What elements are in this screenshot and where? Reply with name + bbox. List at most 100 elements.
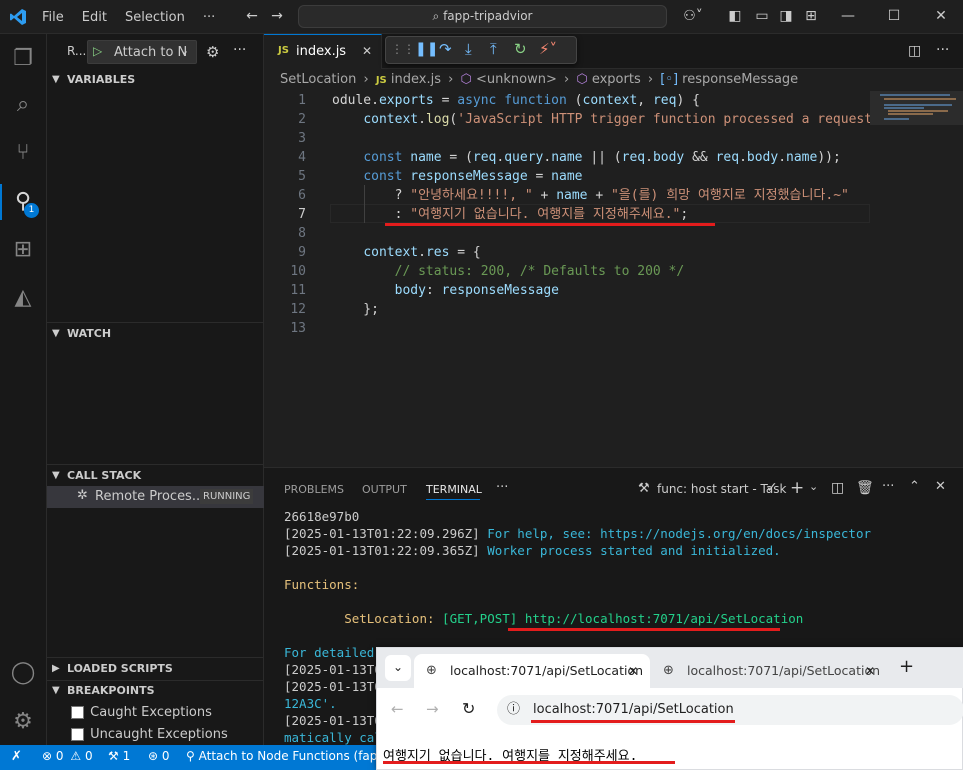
code-line[interactable]: 5 const responseMessage = name (264, 167, 870, 186)
maximize-panel-icon[interactable]: ⌃ (909, 479, 920, 494)
breadcrumb-symbol[interactable]: responseMessage (682, 72, 798, 87)
more-actions-icon[interactable]: ··· (233, 42, 246, 58)
watch-header[interactable]: ▼ WATCH (47, 323, 264, 345)
code-line[interactable]: 1 odule.exports = async function (context… (264, 91, 870, 110)
run-debug-sidebar: R... ▷ Attach to N ⌄ ⚙ ··· ▼ VARIABLES ▼ W… (47, 34, 264, 745)
code-token: "안녕하세요!!!!, " (410, 188, 533, 203)
code-line[interactable]: 13 (264, 319, 870, 338)
reload-icon[interactable]: ↻ (462, 699, 475, 718)
search-icon[interactable]: ⌕ (9, 91, 37, 119)
chevron-down-icon: ▼ (52, 74, 60, 85)
step-into-icon[interactable]: ⤓ (465, 40, 472, 58)
browser-tab[interactable]: ⊕ localhost:7071/api/SetLocation ✕ (653, 654, 889, 688)
settings-gear-icon[interactable]: ⚙ (9, 708, 37, 736)
tab-index-js[interactable]: JS index.js ✕ (264, 34, 382, 69)
restart-icon[interactable]: ↻ (514, 40, 527, 58)
code-line[interactable]: 10 // status: 200, /* Defaults to 200 */ (264, 262, 870, 281)
new-tab-icon[interactable]: + (899, 656, 914, 677)
drag-handle-icon[interactable]: ⋮⋮ (391, 42, 415, 56)
more-actions-icon[interactable]: ··· (936, 42, 949, 58)
toggle-secondary-sidebar-icon[interactable]: ◨ (778, 8, 794, 24)
more-actions-icon[interactable]: ··· (882, 479, 894, 494)
breakpoint-caught[interactable]: Caught Exceptions (71, 705, 212, 723)
command-center-search[interactable]: ⌕ fapp-tripadvior (298, 5, 667, 28)
source-control-icon[interactable]: ⑂ (9, 139, 37, 167)
close-tab-icon[interactable]: ✕ (628, 654, 638, 688)
split-terminal-icon[interactable]: ◫ (831, 480, 844, 496)
breadcrumb-folder[interactable]: SetLocation (280, 72, 356, 87)
loaded-scripts-header[interactable]: ▶ LOADED SCRIPTS (47, 658, 264, 680)
forward-arrow-icon[interactable]: → (426, 700, 439, 718)
code-token: context (363, 112, 419, 127)
code-line[interactable]: 12 }; (264, 300, 870, 319)
problems-status[interactable]: ⊗ 0 ⚠ 0 (42, 749, 93, 763)
minimize-icon[interactable]: — (840, 8, 856, 24)
close-tab-icon[interactable]: ✕ (865, 654, 875, 688)
code-line[interactable]: 9 context.res = { (264, 243, 870, 262)
tab-more[interactable]: ··· (496, 480, 508, 495)
disconnect-icon[interactable]: ⚡˅ (539, 40, 557, 58)
code-line[interactable]: 7 : "여행지기 없습니다. 여행지를 지정해주세요."; (264, 205, 870, 224)
start-debugging-icon[interactable]: ▷ (93, 44, 102, 58)
menu-more[interactable]: ··· (203, 10, 215, 25)
close-window-icon[interactable]: ✕ (933, 8, 949, 24)
code-line[interactable]: 4 const name = (req.query.name || (req.b… (264, 148, 870, 167)
browser-tab-active[interactable]: ⊕ localhost:7071/api/SetLocation ✕ (414, 654, 650, 688)
tab-search-button[interactable]: ⌄ (385, 655, 411, 681)
customize-layout-icon[interactable]: ⊞ (803, 8, 819, 24)
call-stack-item[interactable]: ✲ Remote Proces... RUNNING (47, 486, 264, 508)
breakpoints-header[interactable]: ▼ BREAKPOINTS (47, 680, 264, 702)
terminal-line: SetLocation: [GET,POST] http://localhost… (284, 610, 803, 627)
close-icon[interactable]: ✕ (362, 44, 372, 58)
ports-status[interactable]: ⊛ 0 (148, 749, 170, 763)
pause-icon[interactable]: ❚❚ (415, 41, 438, 57)
code-line[interactable]: 8 (264, 224, 870, 243)
split-editor-icon[interactable]: ◫ (908, 43, 921, 59)
account-icon[interactable]: ◯ (9, 659, 37, 687)
menu-edit[interactable]: Edit (82, 10, 107, 25)
code-line[interactable]: 6 ? "안녕하세요!!!!, " + name + "을(를) 희망 여행지로… (264, 186, 870, 205)
breadcrumb-file[interactable]: index.js (391, 72, 441, 87)
step-over-icon[interactable]: ↷ (439, 40, 452, 58)
terminal-token: 12A3C'. (284, 696, 337, 711)
breadcrumb-symbol[interactable]: exports (592, 72, 641, 87)
checkbox[interactable] (71, 728, 84, 741)
launch-config-dropdown[interactable]: ▷ Attach to N ⌄ (87, 40, 197, 64)
code-token: . (645, 150, 653, 165)
debug-status[interactable]: ⚲ Attach to Node Functions (fapp- (186, 749, 389, 763)
variables-header[interactable]: ▼ VARIABLES (47, 69, 264, 91)
menu-selection[interactable]: Selection (125, 10, 185, 25)
toggle-primary-sidebar-icon[interactable]: ◧ (727, 8, 743, 24)
menu-file[interactable]: File (42, 10, 64, 25)
tab-terminal[interactable]: TERMINAL (426, 483, 482, 496)
checkbox[interactable] (71, 706, 84, 719)
code-line[interactable]: 11 body: responseMessage (264, 281, 870, 300)
breakpoint-uncaught[interactable]: Uncaught Exceptions (71, 727, 228, 745)
code-view[interactable]: 1 odule.exports = async function (context… (264, 91, 870, 351)
back-arrow-icon[interactable]: ← (391, 700, 404, 718)
azure-icon[interactable]: ◭ (9, 284, 37, 312)
chevron-down-icon[interactable]: ⌄ (809, 480, 818, 493)
site-info-icon[interactable]: ⓘ (507, 695, 520, 725)
explorer-icon[interactable]: ❐ (9, 45, 37, 73)
workers-status[interactable]: ⚒ 1 (108, 749, 130, 763)
tab-problems[interactable]: PROBLEMS (284, 483, 344, 496)
remote-icon[interactable]: ✗ (0, 745, 33, 770)
breadcrumb-symbol[interactable]: <unknown> (476, 72, 557, 87)
maximize-icon[interactable]: ☐ (886, 8, 902, 24)
code-line[interactable]: 2 context.log('JavaScript HTTP trigger f… (264, 110, 870, 129)
extensions-icon[interactable]: ⊞ (9, 236, 37, 264)
forward-arrow-icon[interactable]: → (269, 8, 285, 24)
toggle-panel-icon[interactable]: ▭ (754, 8, 770, 24)
tab-output[interactable]: OUTPUT (362, 483, 407, 496)
trash-icon[interactable]: 🗑 (856, 480, 874, 496)
step-out-icon[interactable]: ⤒ (490, 40, 497, 58)
copilot-icon[interactable]: ⚇˅ (680, 8, 706, 24)
close-panel-icon[interactable]: ✕ (935, 479, 946, 494)
gear-icon[interactable]: ⚙ (206, 43, 219, 61)
minimap[interactable] (870, 91, 963, 467)
back-arrow-icon[interactable]: ← (244, 8, 260, 24)
call-stack-header[interactable]: ▼ CALL STACK (47, 465, 264, 487)
new-terminal-icon[interactable]: + (790, 478, 804, 498)
code-line[interactable]: 3 (264, 129, 870, 148)
